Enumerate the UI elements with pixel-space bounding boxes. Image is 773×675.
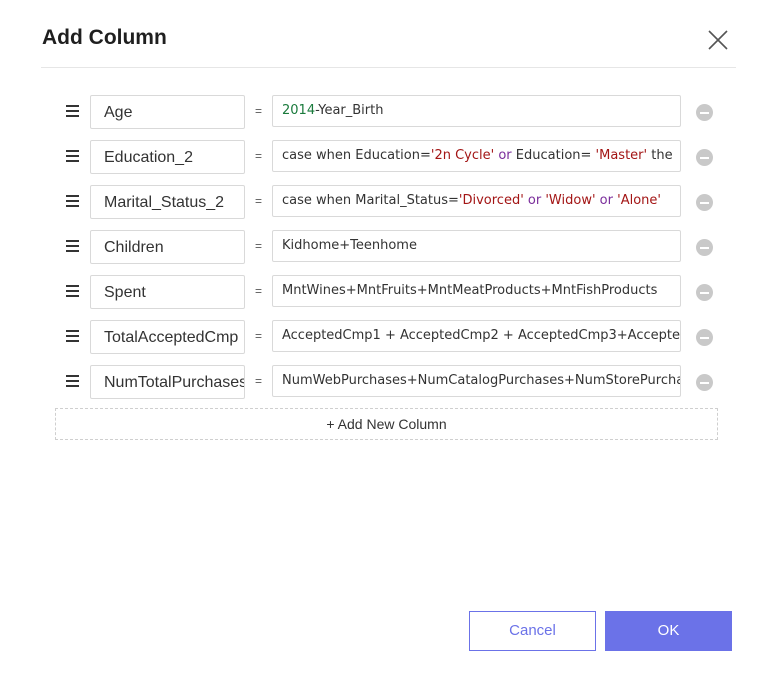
expression-token: 'Widow' (545, 193, 596, 208)
remove-row-icon[interactable] (696, 239, 713, 256)
expression-token: NumWebPurchases+NumCatalogPurchases+NumS… (282, 373, 681, 388)
column-row: Marital_Status_2 = case when Marital_Statu… (0, 185, 773, 230)
expression-token: case when Marital_Status= (282, 193, 459, 208)
expression-token: or (527, 193, 542, 208)
drag-handle-icon[interactable] (66, 105, 79, 119)
column-expression-input[interactable]: Kidhome+Teenhome (272, 230, 681, 262)
equals-sign: = (255, 284, 263, 298)
expression-token: case when Education= (282, 148, 431, 163)
column-row: NumTotalPurchases = NumWebPurchases+NumCat… (0, 365, 773, 410)
add-new-column-button[interactable]: + Add New Column (55, 408, 718, 440)
equals-sign: = (255, 194, 263, 208)
column-expression-input[interactable]: 2014-Year_Birth (272, 95, 681, 127)
column-row: Education_2 = case when Education='2n Cycl… (0, 140, 773, 185)
column-name-input[interactable]: NumTotalPurchases (90, 365, 245, 399)
column-expression-input[interactable]: case when Marital_Status='Divorced' or '… (272, 185, 681, 217)
column-name-input[interactable]: TotalAcceptedCmp (90, 320, 245, 354)
column-name-input[interactable]: Education_2 (90, 140, 245, 174)
remove-row-icon[interactable] (696, 104, 713, 121)
column-name-input[interactable]: Spent (90, 275, 245, 309)
drag-handle-icon[interactable] (66, 150, 79, 164)
column-row: Children = Kidhome+Teenhome (0, 230, 773, 275)
expression-token: Kidhome+Teenhome (282, 238, 417, 253)
expression-token: -Year_Birth (315, 103, 384, 118)
dialog-title: Add Column (42, 26, 167, 49)
column-name-input[interactable]: Children (90, 230, 245, 264)
column-row: Age = 2014-Year_Birth (0, 95, 773, 140)
equals-sign: = (255, 239, 263, 253)
column-row: TotalAcceptedCmp = AcceptedCmp1 + Accepted… (0, 320, 773, 365)
expression-token: or (498, 148, 512, 163)
cancel-button[interactable]: Cancel (469, 611, 596, 651)
close-icon[interactable] (706, 28, 730, 52)
equals-sign: = (255, 374, 263, 388)
expression-token: 'Alone' (617, 193, 661, 208)
column-name-input[interactable]: Age (90, 95, 245, 129)
column-row: Spent = MntWines+MntFruits+MntMeatProducts… (0, 275, 773, 320)
expression-token: 2014 (282, 103, 316, 118)
expression-token: 'Divorced' (458, 193, 524, 208)
expression-token: '2n Cycle' (430, 148, 495, 163)
header-divider (41, 67, 736, 68)
ok-button[interactable]: OK (605, 611, 732, 651)
expression-token: MntWines+MntFruits+MntMeatProducts+MntFi… (282, 283, 658, 298)
drag-handle-icon[interactable] (66, 240, 79, 254)
drag-handle-icon[interactable] (66, 285, 79, 299)
drag-handle-icon[interactable] (66, 195, 79, 209)
equals-sign: = (255, 104, 263, 118)
column-name-input[interactable]: Marital_Status_2 (90, 185, 245, 219)
expression-token: or (599, 193, 613, 208)
remove-row-icon[interactable] (696, 284, 713, 301)
drag-handle-icon[interactable] (66, 375, 79, 389)
column-expression-input[interactable]: AcceptedCmp1 + AcceptedCmp2 + AcceptedCm… (272, 320, 681, 352)
expression-token: 'Master' (595, 148, 648, 163)
equals-sign: = (255, 329, 263, 343)
drag-handle-icon[interactable] (66, 330, 79, 344)
add-column-dialog: Add Column Age = 2014-Year_Birth Education_… (0, 0, 773, 675)
equals-sign: = (255, 149, 263, 163)
column-expression-input[interactable]: MntWines+MntFruits+MntMeatProducts+MntFi… (272, 275, 681, 307)
expression-token: AcceptedCmp1 + AcceptedCmp2 + AcceptedCm… (282, 328, 680, 343)
remove-row-icon[interactable] (696, 374, 713, 391)
column-expression-input[interactable]: case when Education='2n Cycle' or Educat… (272, 140, 681, 172)
column-expression-input[interactable]: NumWebPurchases+NumCatalogPurchases+NumS… (272, 365, 681, 397)
column-list: Age = 2014-Year_Birth Education_2 = case when… (0, 95, 773, 410)
remove-row-icon[interactable] (696, 329, 713, 346)
expression-token: Education= (511, 148, 596, 163)
remove-row-icon[interactable] (696, 194, 713, 211)
remove-row-icon[interactable] (696, 149, 713, 166)
expression-token: the (647, 148, 673, 163)
